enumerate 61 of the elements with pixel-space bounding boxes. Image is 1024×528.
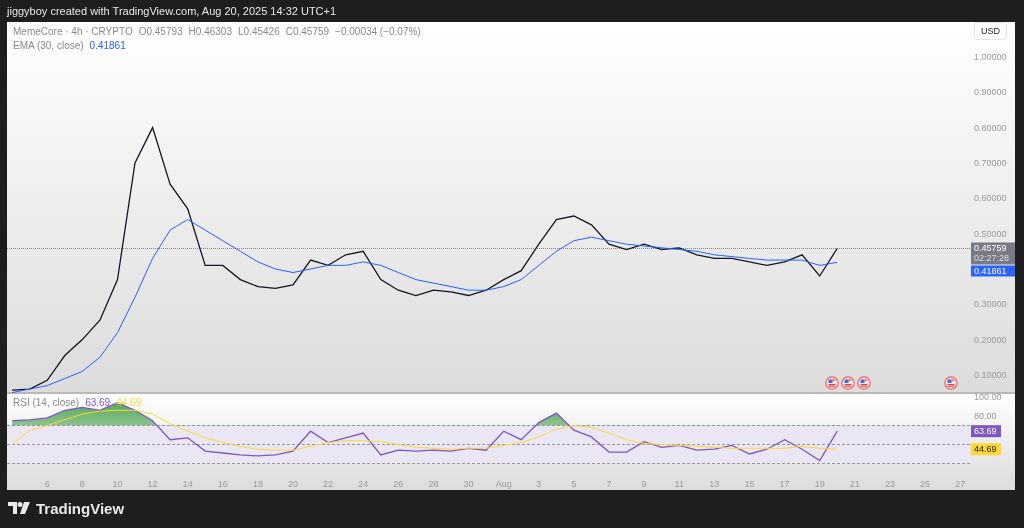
time-axis-label: 10 [112, 479, 123, 489]
price-axis-label: 0.20000 [974, 334, 1007, 345]
time-axis-label: 5 [571, 479, 577, 489]
time-axis-label: 18 [252, 479, 263, 489]
price-axis-label: 0.50000 [974, 228, 1007, 239]
ohlc-value: L0.45426 [238, 26, 280, 37]
price-axis-label: 0.30000 [974, 299, 1007, 310]
time-axis-label: 20 [288, 479, 298, 489]
indicator-value: 44.69 [116, 397, 142, 408]
flag-icon[interactable] [857, 376, 872, 390]
indicator-value: 63.69 [85, 397, 111, 408]
ema-badge: 0.41861 [971, 265, 1015, 277]
indicator-name: EMA (30, close) [13, 40, 84, 51]
price-axis-label: 0.80000 [974, 122, 1007, 133]
time-axis-label: 7 [606, 479, 612, 489]
flag-icon[interactable] [944, 376, 958, 390]
time-axis-label: 21 [849, 479, 860, 489]
rsi-ma-badge: 44.69 [971, 443, 1001, 456]
time-axis-label: 15 [744, 479, 755, 489]
time-axis-label: 16 [217, 479, 228, 489]
time-axis-label: 27 [955, 479, 966, 489]
ohlc-value: H0.46303 [188, 26, 232, 37]
price-axis-label: 0.10000 [974, 370, 1007, 380]
time-axis-label: 25 [920, 479, 931, 489]
currency-button[interactable]: USD [974, 22, 1007, 40]
time-axis-label: 28 [428, 479, 439, 489]
time-axis-label: 6 [44, 479, 50, 489]
ohlc-value: O0.45793 [138, 26, 183, 37]
time-axis-label: 22 [323, 479, 334, 489]
time-axis-label: 30 [463, 479, 474, 489]
caption: jiggyboy created with TradingView.com, Aug 20, 2025 14:32 UTC+1 [7, 5, 337, 17]
flag-icon[interactable] [841, 376, 856, 390]
time-axis-label: 24 [358, 479, 369, 489]
price-axis-label: 0.60000 [974, 193, 1007, 204]
logo-icon [8, 502, 30, 514]
time-axis-label: 14 [182, 479, 193, 489]
time-axis-label: 26 [393, 479, 404, 489]
rsi-badge: 63.69 [971, 425, 1001, 438]
time-axis-label: 9 [641, 479, 647, 489]
brand-name: TradingView [36, 499, 125, 517]
rsi-axis-label: 80.00 [974, 411, 997, 421]
rsi-axis-label: 100.00 [974, 393, 1002, 402]
time-axis-label: 23 [884, 479, 895, 489]
symbol-title: MemeCore · 4h · CRYPTO [13, 26, 133, 37]
price-axis-label: 0.90000 [974, 87, 1007, 98]
price-axis-label: 1.00000 [974, 52, 1007, 62]
price-badge: 0.45759 02:27:28 [971, 242, 1015, 265]
time-axis-label: 3 [536, 479, 542, 489]
time-axis-label: 11 [674, 479, 684, 489]
time-axis-label: 8 [79, 479, 85, 489]
time-axis-label: 17 [779, 479, 790, 489]
time-axis-label: 13 [709, 479, 720, 489]
price-change: −0.00034 (−0.07%) [335, 26, 421, 37]
price-axis-label: 0.70000 [974, 158, 1007, 168]
indicator-name: RSI (14, close) [13, 397, 80, 408]
time-axis-label: 19 [814, 479, 825, 489]
indicator-value: 0.41861 [89, 40, 126, 51]
time-axis-label: 12 [147, 479, 158, 489]
flag-icon[interactable] [825, 376, 840, 390]
ohlc-value: C0.45759 [285, 26, 330, 37]
time-axis-label: Aug [495, 479, 512, 489]
